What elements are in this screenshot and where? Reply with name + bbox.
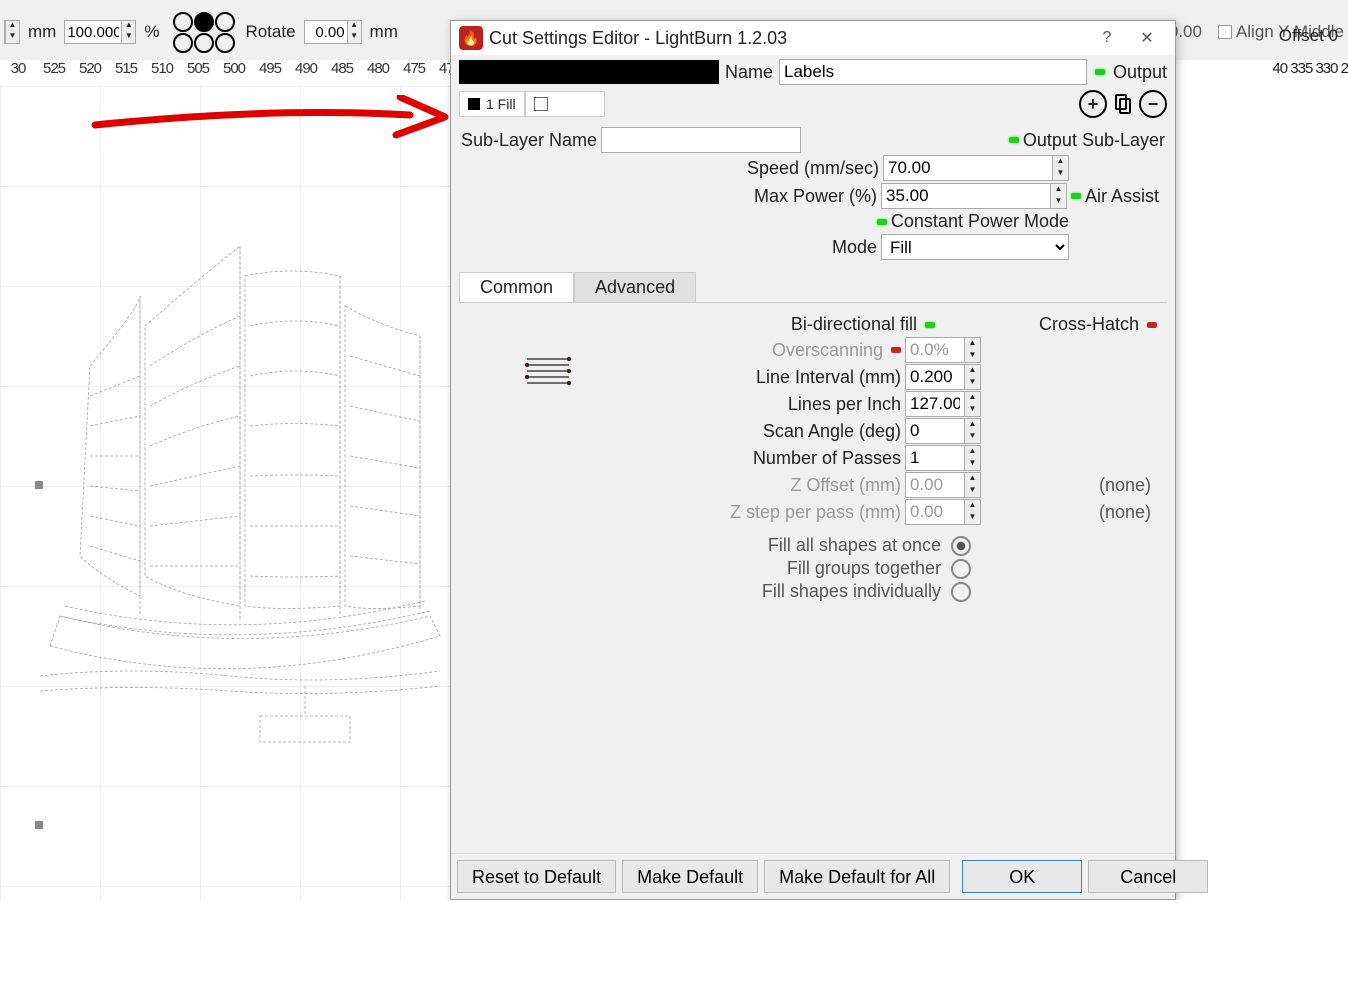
layer-color-swatch[interactable] [459,60,719,84]
constant-power-label: Constant Power Mode [891,211,1069,232]
unit-mm-label: mm [28,22,56,42]
fill-groups-radio[interactable] [951,559,971,579]
fill-all-label: Fill all shapes at once [768,535,941,556]
ship-drawing[interactable] [30,216,450,776]
sublayer-name-input[interactable] [601,127,801,153]
close-button[interactable]: ✕ [1127,28,1167,48]
reset-to-default-button[interactable]: Reset to Default [457,860,616,893]
percent-spinner[interactable]: ▲▼ [64,20,136,44]
fill-individual-radio[interactable] [951,582,971,602]
fill-individual-label: Fill shapes individually [762,581,941,602]
output-sublayer-led-icon[interactable] [1009,137,1019,143]
zoffset-none-label: (none) [981,475,1161,496]
fill-pattern-icon [525,356,585,604]
offset-label: Offset 0 [1279,26,1338,46]
mode-select[interactable]: Fill [881,234,1069,260]
ok-button[interactable]: OK [962,860,1082,893]
layer-name-input[interactable] [779,59,1087,85]
scan-angle-input[interactable] [905,418,965,444]
zstep-input[interactable] [905,499,965,525]
make-default-button[interactable]: Make Default [622,860,758,893]
crosshatch-label: Cross-Hatch [1039,314,1143,335]
mode-label: Mode [832,237,881,258]
rotate-unit: mm [370,22,398,42]
zstep-label: Z step per pass (mm) [730,502,905,523]
line-interval-input[interactable] [905,364,965,390]
tab-common[interactable]: Common [459,272,574,303]
duplicate-sublayer-button[interactable] [1109,90,1137,118]
selection-handle[interactable] [35,821,43,829]
constant-power-led-icon[interactable] [877,219,887,225]
selection-handle[interactable] [35,481,43,489]
lpi-input[interactable] [905,391,965,417]
speed-input[interactable] [883,155,1053,181]
design-canvas[interactable] [0,86,450,1000]
air-assist-led-icon[interactable] [1071,193,1081,199]
overscan-label: Overscanning [772,340,887,361]
unit-spinner[interactable]: ▲▼ [4,20,20,44]
max-power-label: Max Power (%) [754,186,881,207]
output-checkbox-label: Output [1113,62,1167,83]
rotate-label: Rotate [245,22,295,42]
origin-selector[interactable] [173,12,235,53]
dialog-titlebar[interactable]: 🔥 Cut Settings Editor - LightBurn 1.2.03… [451,21,1175,55]
sublayer-tab-2[interactable] [525,91,605,117]
percent-label: % [144,22,159,42]
max-power-input[interactable] [881,183,1051,209]
rotate-spinner[interactable]: ▲▼ [304,20,362,44]
ruler-right-fragment: 40 335 330 2 [1272,60,1348,77]
make-default-for-all-button[interactable]: Make Default for All [764,860,950,893]
cancel-button[interactable]: Cancel [1088,860,1208,893]
help-button[interactable]: ? [1087,29,1127,47]
sublayer-tab-1[interactable]: 1 Fill [459,91,525,117]
overscan-led-icon[interactable] [891,347,901,353]
dialog-footer: Reset to Default Make Default Make Defau… [451,853,1175,899]
output-sublayer-label: Output Sub-Layer [1023,130,1165,151]
cut-settings-dialog: 🔥 Cut Settings Editor - LightBurn 1.2.03… [450,20,1176,900]
name-field-label: Name [723,62,775,83]
fill-all-radio[interactable] [951,536,971,556]
bottom-whitespace [0,900,1348,1000]
add-sublayer-button[interactable]: + [1079,90,1107,118]
speed-label: Speed (mm/sec) [747,158,883,179]
bidirectional-led-icon[interactable] [925,322,935,328]
crosshatch-led-icon[interactable] [1147,322,1157,328]
zoffset-label: Z Offset (mm) [790,475,905,496]
fill-groups-label: Fill groups together [787,558,941,579]
dialog-title: Cut Settings Editor - LightBurn 1.2.03 [489,28,1087,49]
zoffset-input[interactable] [905,472,965,498]
overscan-input[interactable] [905,337,965,363]
output-led-icon[interactable] [1095,69,1105,75]
scan-angle-label: Scan Angle (deg) [763,421,905,442]
remove-sublayer-button[interactable]: − [1139,90,1167,118]
passes-label: Number of Passes [753,448,905,469]
passes-input[interactable] [905,445,965,471]
tab-advanced[interactable]: Advanced [574,272,696,303]
zstep-none-label: (none) [981,502,1161,523]
sublayer-name-label: Sub-Layer Name [461,130,601,151]
lpi-label: Lines per Inch [788,394,905,415]
bidirectional-label: Bi-directional fill [791,314,921,335]
air-assist-label: Air Assist [1085,186,1165,207]
app-icon: 🔥 [459,26,483,50]
line-interval-label: Line Interval (mm) [756,367,905,388]
